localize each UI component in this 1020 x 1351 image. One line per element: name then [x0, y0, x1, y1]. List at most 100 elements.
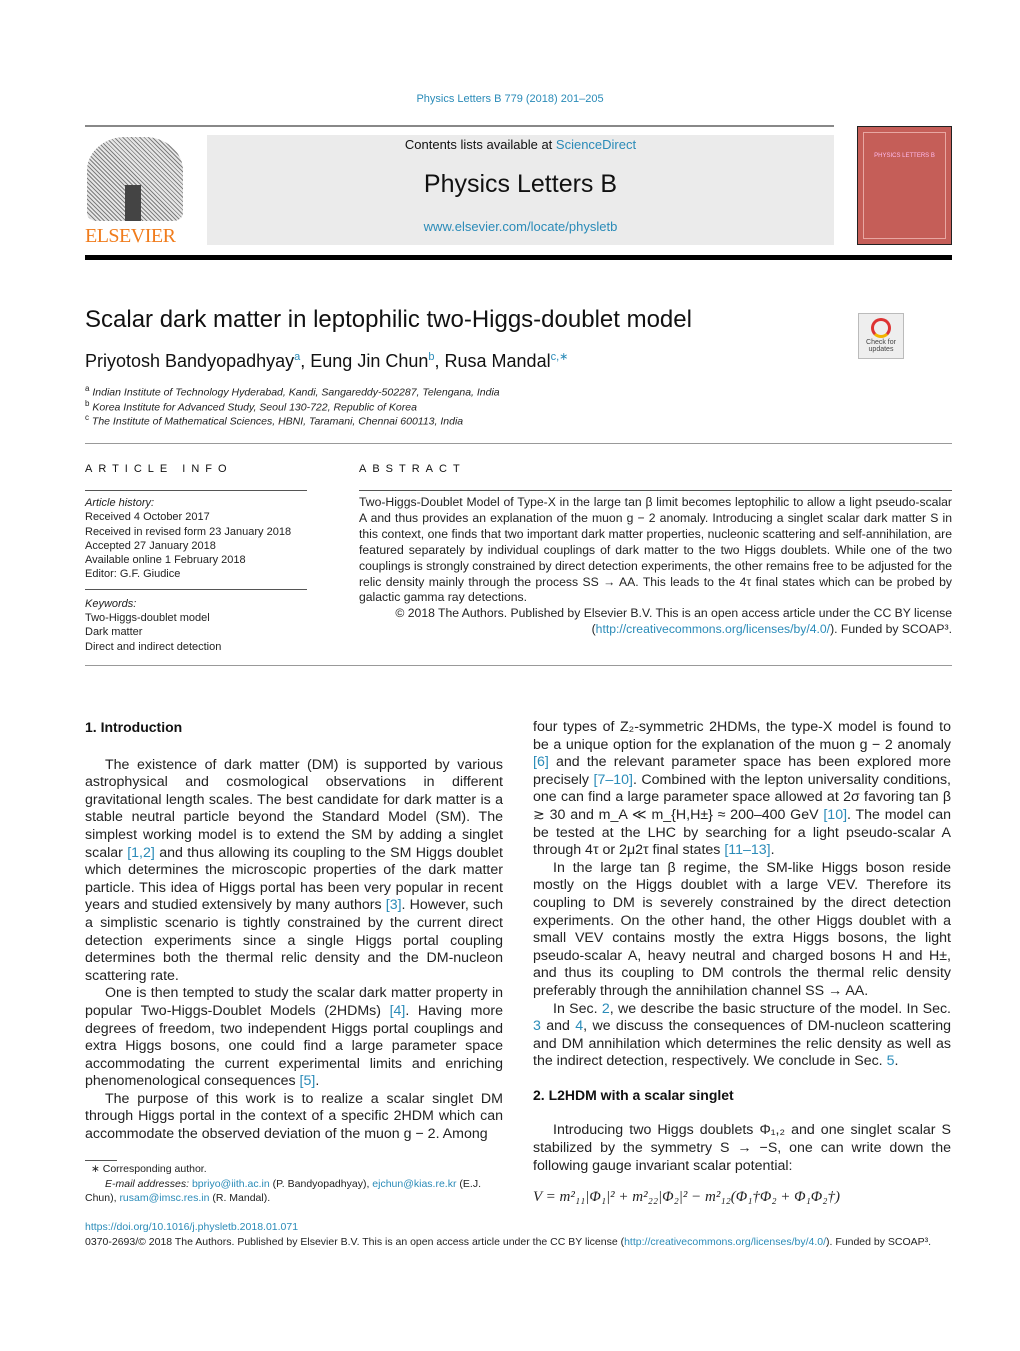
paragraph: The purpose of this work is to realize a…: [85, 1091, 503, 1144]
history-item: Received in revised form 23 January 2018: [85, 525, 292, 538]
history-item: Editor: G.F. Giudice: [85, 568, 181, 581]
keyword: Direct and indirect detection: [85, 640, 222, 653]
elsevier-wordmark: ELSEVIER: [85, 225, 176, 247]
keyword: Dark matter: [85, 626, 143, 639]
citation-link[interactable]: [3]: [386, 897, 402, 913]
citation-link[interactable]: 3: [533, 1018, 541, 1034]
sciencedirect-link[interactable]: ScienceDirect: [556, 137, 636, 152]
author-name: Rusa Mandal: [444, 351, 551, 371]
history-label: Article history:: [85, 497, 155, 509]
citation-link[interactable]: [5]: [300, 1073, 316, 1089]
affil-marker: c: [85, 413, 89, 422]
affil-marker: b: [85, 399, 90, 408]
divider: [85, 588, 307, 590]
paragraph: The existence of dark matter (DM) is sup…: [85, 757, 503, 986]
text-run: .: [894, 1053, 899, 1070]
footnote: ∗ Corresponding author. E-mail addresses…: [85, 1162, 503, 1206]
funded-text: ). Funded by SCOAP³.: [830, 622, 952, 637]
citation-link[interactable]: 2: [602, 1001, 610, 1017]
keywords-label: Keywords:: [85, 597, 137, 610]
author-name: Eung Jin Chun: [310, 351, 429, 371]
paragraph: four types of Z₂-symmetric 2HDMs, the ty…: [533, 719, 951, 860]
check-for-updates-button[interactable]: Check for updates: [858, 313, 904, 359]
footnote-rule: [85, 1160, 117, 1161]
journal-url-link[interactable]: www.elsevier.com/locate/physletb: [207, 219, 834, 234]
divider: [85, 125, 834, 127]
funded-text: ). Funded by SCOAP³.: [826, 1235, 932, 1248]
text-run: In the large tan β regime, the SM-like H…: [533, 859, 951, 999]
equation: V = m²₁₁|Φ₁|² + m²₂₂|Φ₂|² − m²₁₂(Φ₁†Φ₂ +…: [533, 1189, 840, 1206]
left-column: 1. Introduction The existence of dark ma…: [85, 719, 503, 1144]
paragraph: In the large tan β regime, the SM-like H…: [533, 860, 951, 1001]
right-column: four types of Z₂-symmetric 2HDMs, the ty…: [533, 719, 951, 1207]
contents-line: Contents lists available at ScienceDirec…: [207, 137, 834, 152]
text-run: In Sec.: [553, 1000, 602, 1017]
section-heading: 1. Introduction: [85, 719, 183, 735]
section-heading: 2. L2HDM with a scalar singlet: [533, 1086, 734, 1103]
divider: [85, 443, 952, 444]
abstract-text: Two-Higgs-Doublet Model of Type-X in the…: [359, 495, 952, 605]
cover-frame: [863, 132, 946, 239]
citation-link[interactable]: [10]: [823, 807, 847, 823]
page-footer: https://doi.org/10.1016/j.physletb.2018.…: [85, 1220, 952, 1249]
abstract-body: Two-Higgs-Doublet Model of Type-X in the…: [359, 495, 952, 638]
citation-link[interactable]: [1,2]: [127, 845, 155, 861]
keyword: Two-Higgs-doublet model: [85, 612, 210, 625]
email-link[interactable]: ejchun@kias.re.kr: [372, 1178, 456, 1190]
doi-link[interactable]: https://doi.org/10.1016/j.physletb.2018.…: [85, 1220, 952, 1235]
affiliation: a Indian Institute of Technology Hyderab…: [85, 384, 500, 399]
journal-title: Physics Letters B: [423, 170, 618, 198]
elsevier-logo[interactable]: ELSEVIER: [85, 135, 185, 247]
text-run: and: [540, 1018, 576, 1035]
citation-link[interactable]: [11–13]: [724, 842, 770, 858]
journal-reference[interactable]: Physics Letters B 779 (2018) 201–205: [0, 93, 1020, 105]
issn-text: 0370-2693/© 2018 The Authors. Published …: [85, 1235, 625, 1248]
history-item: Available online 1 February 2018: [85, 554, 246, 567]
text-run: four types of Z₂-symmetric 2HDMs, the ty…: [533, 719, 951, 753]
text-run: Introducing two Higgs doublets Φ₁,₂ and …: [533, 1122, 951, 1174]
journal-cover[interactable]: PHYSICS LETTERS B: [857, 126, 952, 245]
paragraph: In Sec. 2, we describe the basic structu…: [533, 1001, 951, 1071]
cover-title: PHYSICS LETTERS B: [874, 153, 935, 159]
paragraph: One is then tempted to study the scalar …: [85, 985, 503, 1091]
corresponding-label: Corresponding author.: [102, 1163, 207, 1175]
journal-banner: Contents lists available at ScienceDirec…: [207, 135, 834, 245]
affil-text: The Institute of Mathematical Sciences, …: [91, 415, 464, 428]
history-item: Accepted 27 January 2018: [85, 539, 216, 552]
author-affil-link[interactable]: a: [294, 351, 300, 363]
affil-marker: a: [85, 384, 90, 393]
license-link[interactable]: http://creativecommons.org/licenses/by/4…: [624, 1236, 826, 1248]
affiliation: b Korea Institute for Advanced Study, Se…: [85, 399, 417, 414]
divider: [85, 665, 952, 666]
author-affil-link[interactable]: b: [428, 351, 434, 363]
citation-link[interactable]: [7–10]: [594, 772, 633, 788]
abstract-heading: ABSTRACT: [359, 463, 466, 475]
abstract-license: © 2018 The Authors. Published by Elsevie…: [359, 606, 952, 638]
check-updates-icon: [871, 318, 891, 338]
text-run: , we describe the basic structure of the…: [609, 1000, 952, 1017]
divider: [359, 490, 952, 491]
left-body: The existence of dark matter (DM) is sup…: [85, 757, 503, 1144]
header-rule: [85, 255, 952, 260]
email-owner: (P. Bandyopadhyay),: [269, 1177, 373, 1190]
divider: [85, 490, 307, 491]
author-name: Priyotosh Bandyopadhyay: [85, 351, 295, 371]
affiliation: c The Institute of Mathematical Sciences…: [85, 413, 463, 428]
email-link[interactable]: bpriyo@iith.ac.in: [192, 1178, 270, 1190]
citation-link[interactable]: 4: [575, 1018, 583, 1034]
citation-link[interactable]: [4]: [390, 1003, 406, 1019]
email-owner: (R. Mandal).: [209, 1192, 271, 1204]
affil-text: Korea Institute for Advanced Study, Seou…: [92, 401, 417, 414]
paragraph: Introducing two Higgs doublets Φ₁,₂ and …: [533, 1122, 951, 1175]
author-list: Priyotosh Bandyopadhyaya, Eung Jin Chunb…: [85, 351, 569, 371]
paper-page: Physics Letters B 779 (2018) 201–205 ELS…: [0, 0, 1020, 1351]
affil-text: Indian Institute of Technology Hyderabad…: [92, 386, 500, 399]
email-link[interactable]: rusam@imsc.res.in: [119, 1192, 209, 1204]
license-link[interactable]: http://creativecommons.org/licenses/by/4…: [596, 622, 830, 636]
text-run: .: [315, 1073, 320, 1090]
citation-link[interactable]: [6]: [533, 754, 549, 770]
tree-trunk-icon: [125, 185, 141, 221]
author-affil-link[interactable]: c,∗: [551, 351, 569, 363]
article-info-heading: ARTICLE INFO: [85, 463, 233, 475]
article-info: Article history: Received 4 October 2017…: [85, 495, 307, 654]
